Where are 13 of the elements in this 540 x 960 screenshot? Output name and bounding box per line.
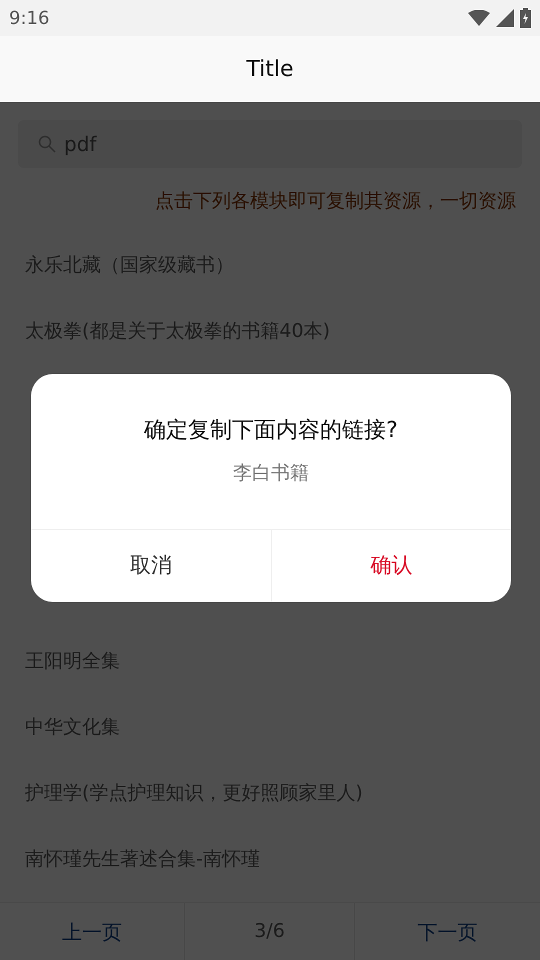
- dialog-message: 李白书籍: [233, 461, 309, 486]
- cancel-button[interactable]: 取消: [31, 530, 270, 602]
- signal-icon: [496, 9, 514, 27]
- next-page-button[interactable]: 下一页: [418, 916, 478, 946]
- search-icon: [38, 135, 56, 153]
- page-title: Title: [246, 56, 294, 84]
- battery-icon: [520, 8, 531, 28]
- confirm-button[interactable]: 确认: [270, 530, 511, 602]
- prev-page-button[interactable]: 上一页: [62, 916, 122, 946]
- dialog-title: 确定复制下面内容的链接?: [144, 417, 398, 445]
- wifi-icon: [468, 10, 490, 26]
- status-time: 9:16: [9, 6, 50, 30]
- notice-text: 点击下列各模块即可复制其资源，一切资源: [155, 188, 516, 214]
